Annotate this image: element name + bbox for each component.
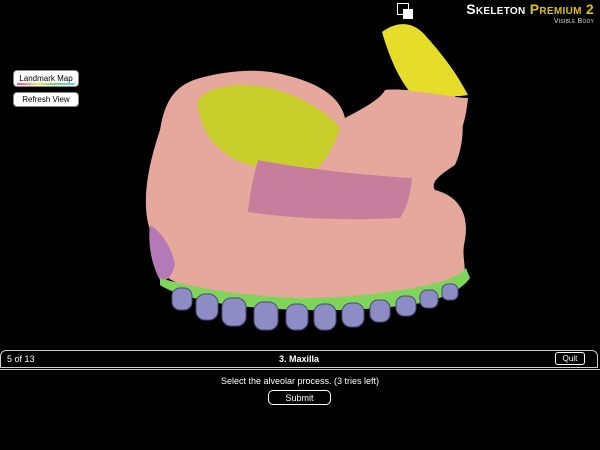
landmark-map-button[interactable]: Landmark Map — [14, 71, 78, 86]
maxilla-model[interactable] — [0, 0, 600, 350]
quiz-panel: 5 of 13 3. Maxilla Quit Select the alveo… — [0, 350, 600, 450]
brand-title: Skeleton Premium 2 — [466, 2, 594, 16]
question-title: 3. Maxilla — [278, 354, 320, 364]
brand-subtitle: Visible Body — [553, 18, 594, 25]
submit-button[interactable]: Submit — [268, 390, 331, 405]
quiz-prompt: Select the alveolar process. (3 tries le… — [220, 376, 380, 386]
view-toggle-icon[interactable] — [397, 3, 414, 20]
3d-viewport[interactable] — [0, 0, 600, 350]
brand-title-part1: Skeleton — [466, 1, 526, 17]
quiz-header: 5 of 13 3. Maxilla Quit — [0, 350, 598, 368]
frontal-process[interactable] — [382, 24, 468, 97]
brand-title-part2: Premium 2 — [529, 1, 594, 17]
quit-button[interactable]: Quit — [555, 352, 585, 365]
brand-logo: Skeleton Premium 2 Visible Body — [466, 2, 594, 25]
quiz-body: Select the alveolar process. (3 tries le… — [0, 369, 600, 450]
refresh-view-button[interactable]: Refresh View — [14, 93, 78, 106]
